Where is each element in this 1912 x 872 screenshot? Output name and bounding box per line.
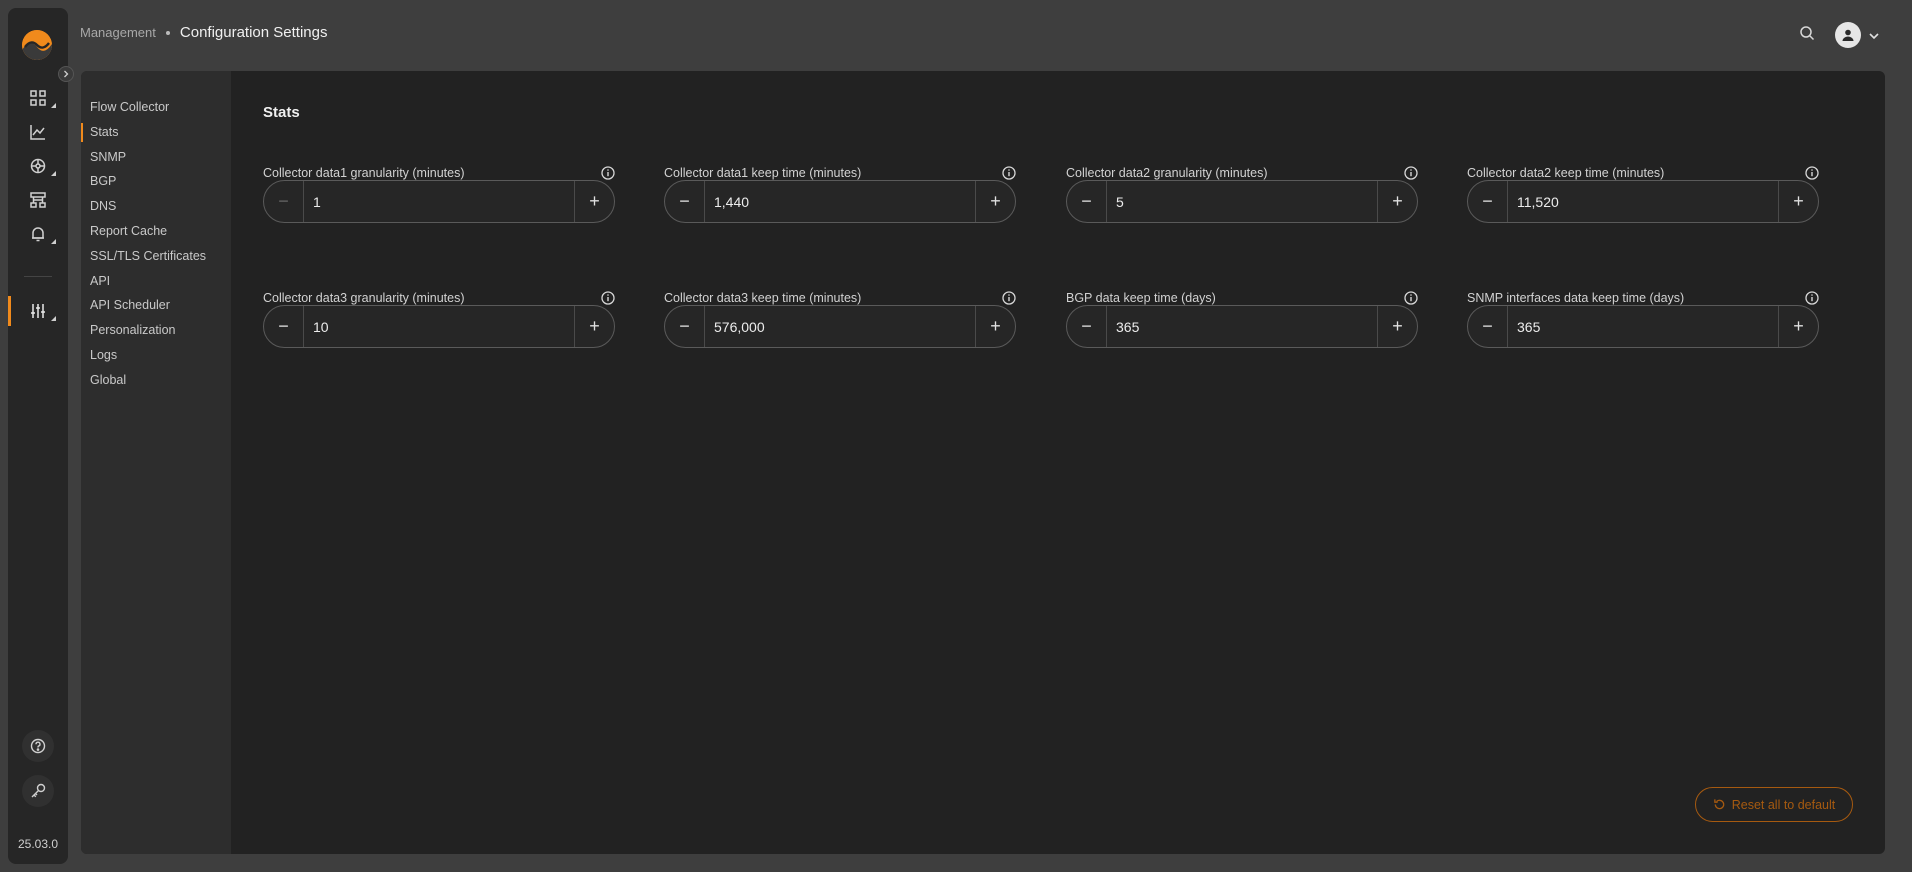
section-title: Stats [263, 104, 300, 121]
rail-active-indicator [8, 296, 11, 326]
info-icon[interactable] [601, 291, 615, 305]
setting-field: Collector data3 granularity (minutes) − … [263, 290, 615, 348]
subnav-item-api[interactable]: API [81, 269, 231, 294]
info-icon[interactable] [1805, 166, 1819, 180]
topology-icon[interactable] [26, 188, 50, 212]
number-stepper: − + [1467, 180, 1819, 223]
breadcrumb: Management Configuration Settings [80, 24, 327, 41]
value-input[interactable] [1508, 181, 1778, 222]
field-label: SNMP interfaces data keep time (days) [1467, 291, 1685, 305]
subnav-item-bgp[interactable]: BGP [81, 169, 231, 194]
search-icon[interactable] [1799, 25, 1815, 46]
increment-button[interactable]: + [574, 181, 614, 222]
page-title: Configuration Settings [179, 24, 328, 41]
settings-subnav: Flow Collector Stats SNMP BGP DNS Report… [81, 71, 231, 854]
subnav-item-logs[interactable]: Logs [81, 343, 231, 368]
number-stepper: − + [263, 305, 615, 348]
subnav-item-global[interactable]: Global [81, 368, 231, 393]
field-label: Collector data2 keep time (minutes) [1467, 166, 1665, 180]
info-icon[interactable] [1002, 291, 1016, 305]
setting-field: Collector data1 granularity (minutes) − … [263, 165, 615, 223]
setting-field: Collector data3 keep time (minutes) − + [664, 290, 1016, 348]
value-input[interactable] [705, 181, 975, 222]
setting-field: Collector data2 granularity (minutes) − … [1066, 165, 1418, 223]
subnav-item-stats[interactable]: Stats [81, 120, 231, 145]
chart-icon[interactable] [26, 120, 50, 144]
subnav-item-snmp[interactable]: SNMP [81, 145, 231, 170]
setting-field: Collector data1 keep time (minutes) − + [664, 165, 1016, 223]
info-icon[interactable] [1805, 291, 1819, 305]
setting-field: BGP data keep time (days) − + [1066, 290, 1418, 348]
info-icon[interactable] [1404, 166, 1418, 180]
subnav-item-personalization[interactable]: Personalization [81, 318, 231, 343]
field-label: Collector data1 keep time (minutes) [664, 166, 862, 180]
setting-field: Collector data2 keep time (minutes) − + [1467, 165, 1819, 223]
decrement-button[interactable]: − [665, 181, 705, 222]
subnav-item-dns[interactable]: DNS [81, 194, 231, 219]
field-label: Collector data3 keep time (minutes) [664, 291, 862, 305]
left-rail: 25.03.0 [8, 8, 68, 864]
chevron-down-icon[interactable] [1868, 29, 1880, 47]
decrement-button[interactable]: − [264, 306, 304, 347]
decrement-button[interactable]: − [264, 181, 304, 222]
number-stepper: − + [1066, 305, 1418, 348]
number-stepper: − + [1467, 305, 1819, 348]
increment-button[interactable]: + [1377, 306, 1417, 347]
dashboard-icon[interactable] [26, 86, 56, 110]
settings-panel: Flow Collector Stats SNMP BGP DNS Report… [81, 71, 1885, 854]
increment-button[interactable]: + [975, 181, 1015, 222]
bell-icon[interactable] [26, 222, 56, 246]
field-label: Collector data2 granularity (minutes) [1066, 166, 1268, 180]
field-label: BGP data keep time (days) [1066, 291, 1216, 305]
info-icon[interactable] [601, 166, 615, 180]
decrement-button[interactable]: − [665, 306, 705, 347]
subnav-item-flow-collector[interactable]: Flow Collector [81, 95, 231, 120]
app-version: 25.03.0 [17, 837, 59, 851]
chevron-right-icon [64, 70, 69, 78]
value-input[interactable] [1508, 306, 1778, 347]
avatar[interactable] [1835, 22, 1861, 48]
field-label: Collector data3 granularity (minutes) [263, 291, 465, 305]
increment-button[interactable]: + [975, 306, 1015, 347]
decrement-button[interactable]: − [1067, 306, 1107, 347]
rail-divider [24, 276, 52, 277]
decrement-button[interactable]: − [1067, 181, 1107, 222]
number-stepper: − + [1066, 180, 1418, 223]
breadcrumb-separator [165, 30, 170, 35]
breadcrumb-parent[interactable]: Management [80, 25, 156, 40]
subnav-item-api-scheduler[interactable]: API Scheduler [81, 293, 231, 318]
brand-logo-icon[interactable] [22, 30, 52, 60]
info-icon[interactable] [1002, 166, 1016, 180]
value-input[interactable] [304, 306, 574, 347]
info-icon[interactable] [1404, 291, 1418, 305]
setting-field: SNMP interfaces data keep time (days) − … [1467, 290, 1819, 348]
increment-button[interactable]: + [1778, 306, 1818, 347]
value-input[interactable] [1107, 306, 1377, 347]
reset-all-label: Reset all to default [1731, 797, 1836, 812]
subnav-item-ssl-tls-certificates[interactable]: SSL/TLS Certificates [81, 244, 231, 269]
increment-button[interactable]: + [574, 306, 614, 347]
rail-expand-button[interactable] [58, 66, 74, 82]
number-stepper: − + [664, 180, 1016, 223]
value-input[interactable] [304, 181, 574, 222]
sliders-icon[interactable] [26, 299, 56, 323]
field-label: Collector data1 granularity (minutes) [263, 166, 465, 180]
number-stepper: − + [664, 305, 1016, 348]
number-stepper: − + [263, 180, 615, 223]
decrement-button[interactable]: − [1468, 181, 1508, 222]
increment-button[interactable]: + [1377, 181, 1417, 222]
key-icon[interactable] [22, 775, 54, 807]
subnav-item-report-cache[interactable]: Report Cache [81, 219, 231, 244]
user-icon [1842, 29, 1854, 41]
reset-all-button[interactable]: Reset all to default [1695, 787, 1853, 822]
help-icon[interactable] [22, 730, 54, 762]
reset-icon [1713, 799, 1725, 810]
value-input[interactable] [1107, 181, 1377, 222]
decrement-button[interactable]: − [1468, 306, 1508, 347]
value-input[interactable] [705, 306, 975, 347]
increment-button[interactable]: + [1778, 181, 1818, 222]
network-icon[interactable] [26, 154, 56, 178]
